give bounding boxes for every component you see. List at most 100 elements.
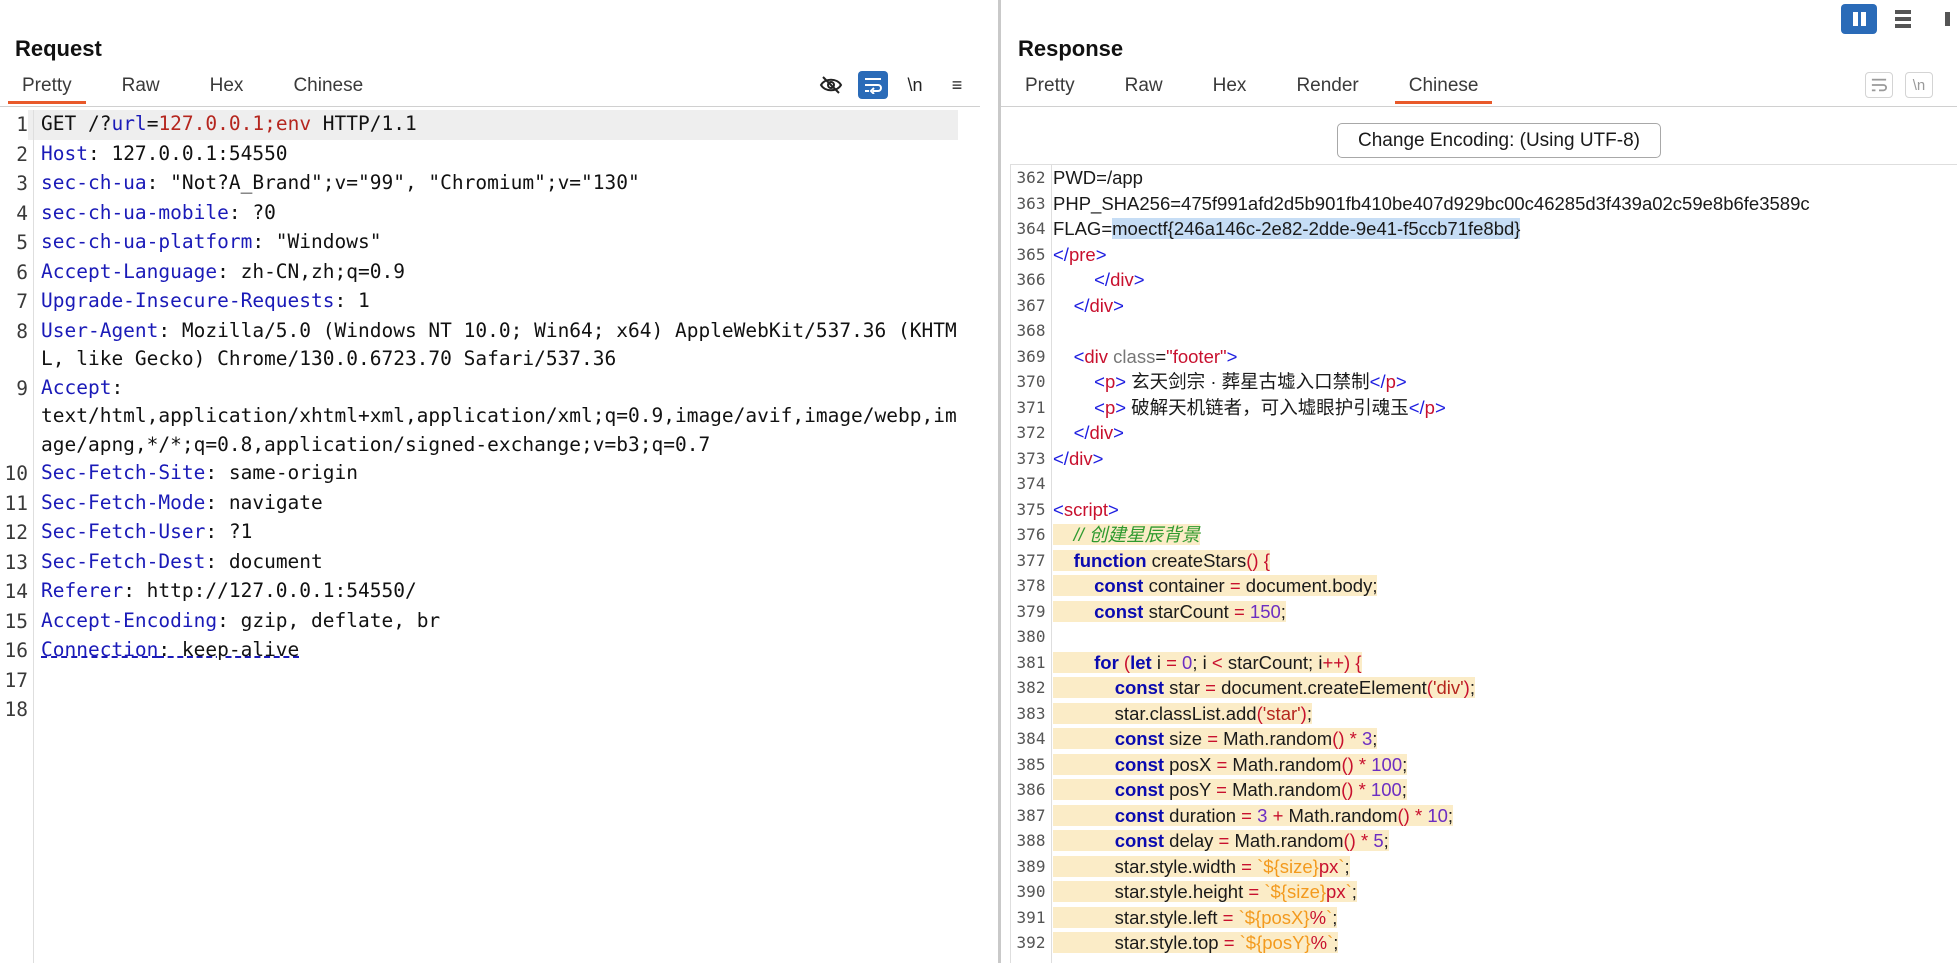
code-token: ; i: [1192, 651, 1212, 673]
line-code: sec-ch-ua-mobile: ?0: [28, 199, 958, 229]
split-vertical-icon[interactable]: [1841, 4, 1877, 34]
code-token: sec-ch-ua-platform: [41, 230, 253, 253]
tab-chinese[interactable]: Chinese: [279, 75, 377, 104]
code-token: : ?1: [205, 520, 253, 543]
line-code: </pre>: [1051, 242, 1107, 268]
code-token: p: [1104, 371, 1116, 392]
code-token: ;: [1280, 600, 1286, 622]
tab-raw[interactable]: Raw: [108, 75, 174, 104]
request-line: 13 Sec-Fetch-Dest: document: [0, 548, 980, 578]
code-token: url: [111, 112, 147, 135]
code-token: <: [1094, 371, 1105, 392]
split-horizontal-icon[interactable]: [1885, 4, 1921, 34]
code-token: const: [1114, 753, 1165, 775]
code-token: [1053, 575, 1095, 596]
newline-icon[interactable]: \n: [1905, 72, 1933, 98]
line-number: 6: [16, 260, 28, 284]
tab-pretty[interactable]: Pretty: [1011, 75, 1089, 104]
tab-hex[interactable]: Hex: [196, 75, 258, 104]
line-number: 5: [16, 231, 28, 254]
request-line: 3 sec-ch-ua: "Not?A_Brand";v="99", "Chrom…: [0, 169, 980, 199]
line-code: <p> 破解天机链者，可入墟眼护引魂玉</p>: [1051, 395, 1446, 421]
response-editor[interactable]: 362 PWD=/app 363 PHP_SHA256=475f991afd2d5b9…: [1010, 164, 1957, 963]
code-token: 3: [1361, 728, 1373, 749]
line-code: const duration = 3 + Math.random() * 10;: [1051, 803, 1454, 829]
code-token: GET /?: [41, 112, 112, 135]
code-token: Math.random: [1229, 830, 1344, 851]
code-token: delay: [1164, 830, 1219, 851]
newline-icon[interactable]: \n: [900, 71, 930, 99]
code-token: [1053, 549, 1074, 571]
response-line: 391 star.style.left = `${posX}%`;: [1011, 905, 1957, 931]
wrap-icon[interactable]: [1865, 72, 1893, 98]
line-code: star.style.left = `${posX}%`;: [1051, 905, 1338, 931]
line-code: Connection: keep-alive: [28, 636, 958, 666]
single-pane-icon[interactable]: [1929, 4, 1957, 34]
line-number: 12: [4, 521, 28, 544]
line-code: Referer: http://127.0.0.1:54550/: [28, 577, 958, 607]
response-line: 377 function createStars() {: [1011, 548, 1957, 574]
line-number: 384: [1016, 729, 1046, 748]
tab-render[interactable]: Render: [1282, 75, 1372, 104]
code-token: Connection: [41, 638, 159, 661]
hide-icon[interactable]: [816, 71, 846, 99]
request-line: 15 Accept-Encoding: gzip, deflate, br: [0, 607, 980, 637]
request-tab-divider: [0, 106, 980, 107]
code-token: : ?0: [228, 200, 276, 224]
code-token: createStars: [1146, 549, 1247, 571]
line-number: 377: [1016, 550, 1046, 570]
request-title: Request: [15, 36, 102, 61]
code-token: container: [1143, 575, 1230, 596]
line-code: const starCount = 150;: [1051, 599, 1286, 625]
line-number: 16: [4, 639, 28, 662]
tab-pretty[interactable]: Pretty: [8, 75, 86, 104]
code-token: Upgrade-Insecure-Requests: [41, 289, 335, 312]
line-number: 383: [1016, 703, 1046, 723]
code-token: >: [1133, 269, 1145, 290]
request-editor[interactable]: 1 GET /?url=127.0.0.1;env HTTP/1.1 2 Host: …: [0, 110, 980, 963]
request-line: 14 Referer: http://127.0.0.1:54550/: [0, 577, 980, 607]
tab-chinese[interactable]: Chinese: [1394, 75, 1493, 104]
code-token: const: [1094, 575, 1144, 596]
code-token: >: [1226, 345, 1238, 367]
request-line: 6 Accept-Language: zh-CN,zh;q=0.9: [0, 258, 980, 288]
code-token: ;: [1306, 702, 1312, 724]
wrap-icon[interactable]: [858, 71, 888, 99]
line-number: 380: [1016, 627, 1046, 646]
line-code: Accept: text/html,application/xhtml+xml,…: [28, 374, 958, 460]
response-line: 390 star.style.height = `${size}px`;: [1011, 879, 1957, 905]
code-token: 'star': [1262, 702, 1301, 724]
tab-hex[interactable]: Hex: [1199, 75, 1261, 104]
code-token: Accept-Language: [41, 259, 218, 283]
code-token: Sec-Fetch-Site: [41, 461, 206, 484]
response-line: 383 star.classList.add('star');: [1011, 701, 1957, 727]
code-token: [1053, 728, 1115, 749]
response-line: 363 PHP_SHA256=475f991afd2d5b901fb410be40…: [1011, 191, 1957, 217]
line-number: 387: [1016, 805, 1046, 825]
code-token: p: [1385, 371, 1396, 392]
code-token: [1053, 753, 1115, 775]
line-code: const size = Math.random() * 3;: [1051, 726, 1378, 752]
response-line: 374: [1011, 471, 1957, 497]
code-token: p: [1424, 396, 1435, 418]
line-number: 366: [1016, 270, 1046, 289]
code-token: 破解天机链者，可入墟眼护引魂玉: [1126, 396, 1409, 418]
code-token: >: [1434, 396, 1446, 418]
line-number: 392: [1016, 933, 1046, 952]
code-token: =: [1155, 345, 1167, 367]
tab-raw[interactable]: Raw: [1111, 75, 1177, 104]
code-token: Math.random: [1283, 804, 1398, 826]
request-line: 17: [0, 666, 980, 696]
code-token: () {: [1246, 549, 1270, 571]
change-encoding-button[interactable]: Change Encoding: (Using UTF-8): [1337, 123, 1661, 158]
code-token: >: [1115, 371, 1127, 392]
code-token: 3: [1257, 804, 1268, 826]
line-code: star.style.width = `${size}px`;: [1051, 854, 1350, 880]
line-code: GET /?url=127.0.0.1;env HTTP/1.1: [28, 110, 958, 140]
code-token: Math.random: [1226, 779, 1342, 800]
code-token: : 127.0.0.1:54550: [87, 141, 288, 165]
menu-icon[interactable]: ≡: [942, 71, 972, 99]
code-token: star.style.height: [1053, 881, 1249, 902]
line-number: 365: [1016, 244, 1046, 264]
